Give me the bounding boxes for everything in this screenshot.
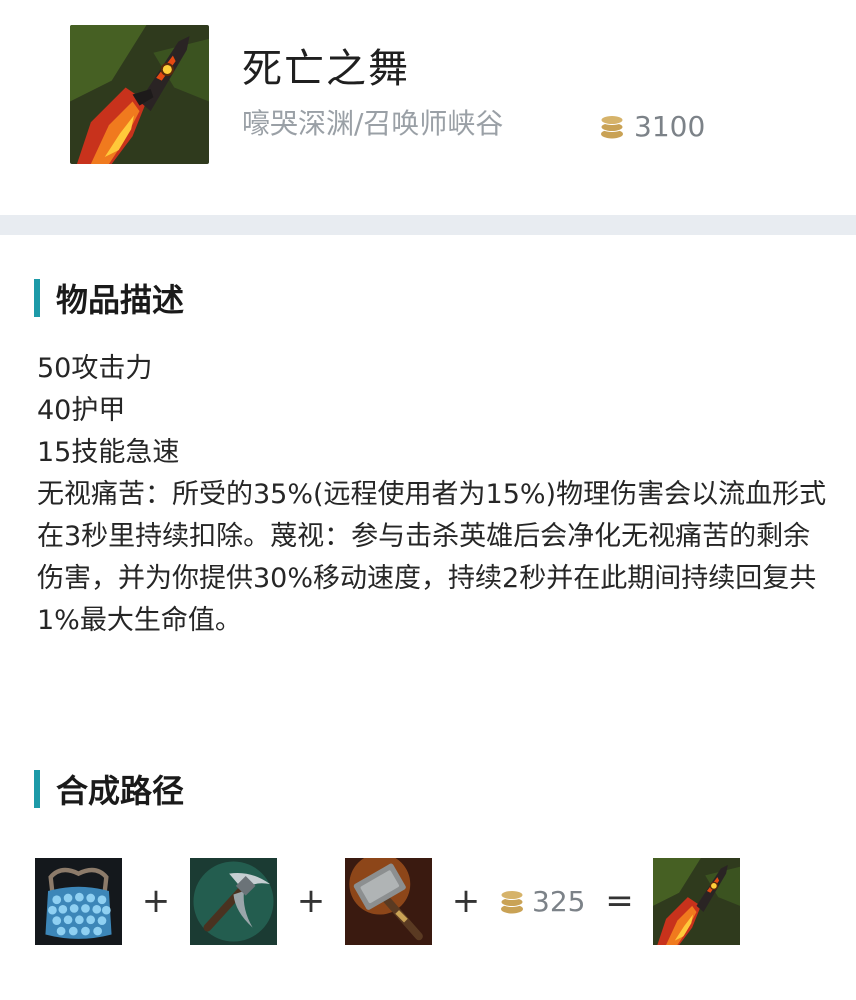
description-header: 物品描述 bbox=[34, 276, 184, 320]
recipe-component[interactable] bbox=[35, 857, 122, 945]
gold-coins-icon bbox=[500, 890, 524, 914]
item-price: 3100 bbox=[600, 106, 705, 146]
item-description: 50攻击力 40护甲 15技能急速 无视痛苦：所受的35%(远程使用者为15%)… bbox=[37, 348, 837, 642]
item-icon bbox=[70, 25, 209, 164]
accent-bar bbox=[34, 770, 40, 808]
recipe-title: 合成路径 bbox=[56, 772, 185, 810]
deaths-dance-icon bbox=[70, 25, 209, 164]
stat-line: 50攻击力 bbox=[37, 353, 153, 384]
stat-line: 15技能急速 bbox=[37, 437, 180, 468]
accent-bar bbox=[34, 279, 40, 317]
chain-vest-icon bbox=[35, 857, 122, 945]
pickaxe-icon bbox=[190, 857, 277, 945]
recipe-component[interactable] bbox=[190, 857, 277, 945]
item-name: 死亡之舞 bbox=[242, 46, 410, 92]
recipe-header: 合成路径 bbox=[34, 767, 184, 811]
recipe-row: + + + 325 = bbox=[35, 857, 835, 945]
recipe-component[interactable] bbox=[345, 857, 432, 945]
plus-sign: + bbox=[451, 881, 481, 921]
plus-sign: + bbox=[141, 881, 171, 921]
combine-cost-value: 325 bbox=[532, 884, 586, 918]
plus-sign: + bbox=[296, 881, 326, 921]
stat-line: 40护甲 bbox=[37, 395, 126, 426]
section-divider bbox=[0, 215, 856, 235]
caulfields-warhammer-icon bbox=[345, 857, 432, 945]
deaths-dance-icon bbox=[653, 857, 741, 945]
item-maps: 嚎哭深渊/召唤师峡谷 bbox=[242, 107, 504, 140]
recipe-result[interactable] bbox=[653, 857, 741, 945]
price-value: 3100 bbox=[634, 109, 706, 143]
passive-text: 无视痛苦：所受的35%(远程使用者为15%)物理伤害会以流血形式在3秒里持续扣除… bbox=[37, 479, 827, 636]
combine-cost: 325 bbox=[500, 885, 585, 918]
description-title: 物品描述 bbox=[56, 281, 185, 319]
gold-coins-icon bbox=[600, 115, 624, 139]
equals-sign: = bbox=[605, 881, 634, 921]
